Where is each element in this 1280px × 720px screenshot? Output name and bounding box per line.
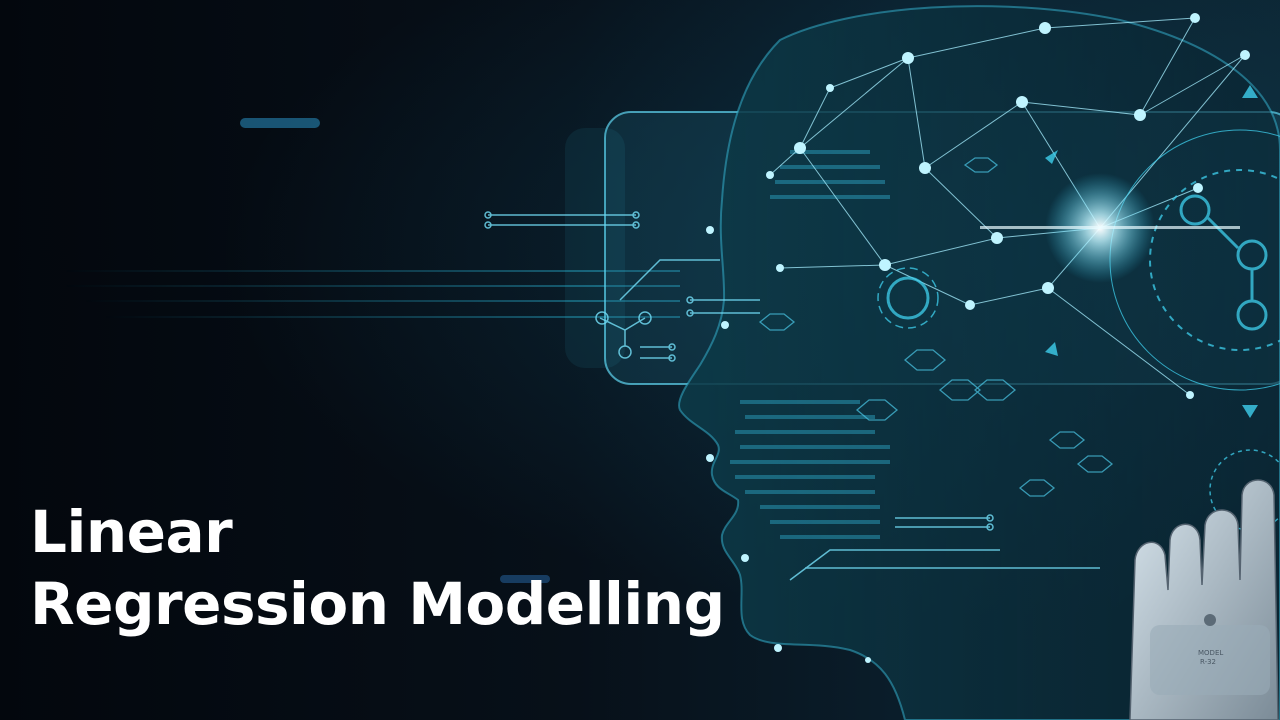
title-line-2: Regression Modelling [30,570,725,638]
title-line-1: Linear [30,498,233,566]
banner: MODEL R-32 Linear Regression Modelling [0,0,1280,720]
svg-text:R-32: R-32 [1200,658,1216,666]
robot-hand-label: MODEL [1198,649,1223,657]
page-title: Linear Regression Modelling [30,496,725,640]
